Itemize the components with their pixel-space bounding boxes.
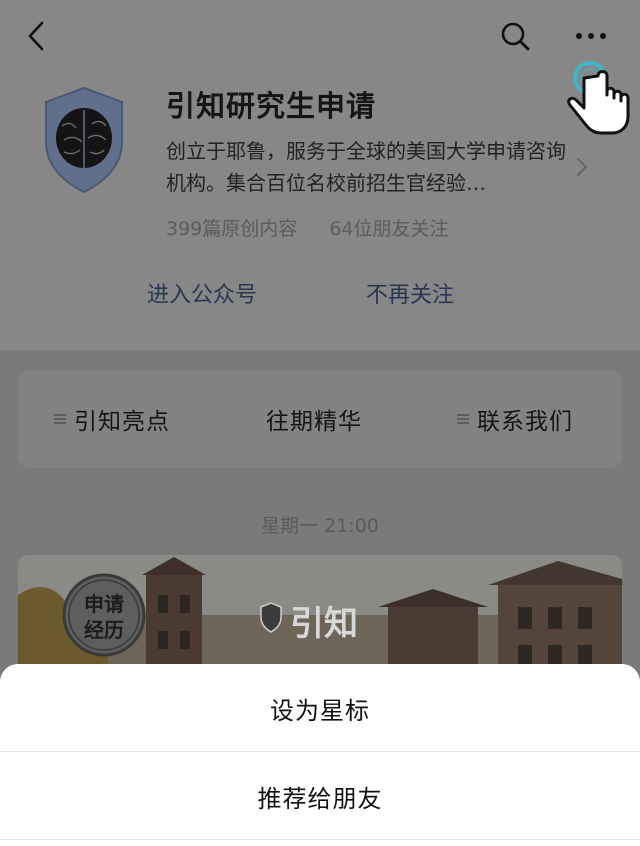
unfollow-button[interactable]: 不再关注 <box>366 277 454 309</box>
message-timestamp: 星期一 21:00 <box>261 515 379 537</box>
menu-item-highlights[interactable]: 引知亮点 <box>52 370 170 468</box>
cover-logo-text: 引知 <box>290 604 358 644</box>
more-dots-icon[interactable] <box>573 24 609 48</box>
chevron-left-icon[interactable] <box>22 20 52 52</box>
menu-item-label: 联系我们 <box>477 409 573 435</box>
account-menu: 引知亮点 往期精华 联系我们 <box>18 370 622 468</box>
cover-badge-line2: 经历 <box>84 618 124 642</box>
menu-item-archive[interactable]: 往期精华 <box>266 370 362 468</box>
account-description[interactable]: 创立于耶鲁，服务于全球的美国大学申请咨询机构。集合百位名校前招生官经验… <box>166 135 571 199</box>
account-name: 引知研究生申请 <box>166 89 377 123</box>
menu-item-contact[interactable]: 联系我们 <box>455 370 573 468</box>
account-avatar[interactable] <box>42 86 126 194</box>
sheet-divider <box>0 839 640 840</box>
action-sheet: 设为星标 推荐给朋友 <box>0 664 640 846</box>
menu-item-label: 引知亮点 <box>74 409 170 435</box>
search-icon[interactable] <box>499 20 531 52</box>
menu-item-label: 往期精华 <box>266 409 362 435</box>
menu-list-icon <box>457 414 469 424</box>
article-count: 399篇原创内容 <box>166 218 298 240</box>
enter-account-button[interactable]: 进入公众号 <box>147 277 257 309</box>
follower-count: 64位朋友关注 <box>329 218 449 240</box>
set-star-button[interactable]: 设为星标 <box>0 664 640 752</box>
screen: 引知研究生申请 创立于耶鲁，服务于全球的美国大学申请咨询机构。集合百位名校前招生… <box>0 0 640 846</box>
chevron-right-icon[interactable] <box>575 155 589 179</box>
cover-badge-line1: 申请 <box>84 592 124 616</box>
pointer-hand-icon <box>567 61 630 135</box>
recommend-to-friend-button[interactable]: 推荐给朋友 <box>0 752 640 840</box>
menu-list-icon <box>54 414 66 424</box>
account-stats: 399篇原创内容 64位朋友关注 <box>166 214 475 241</box>
